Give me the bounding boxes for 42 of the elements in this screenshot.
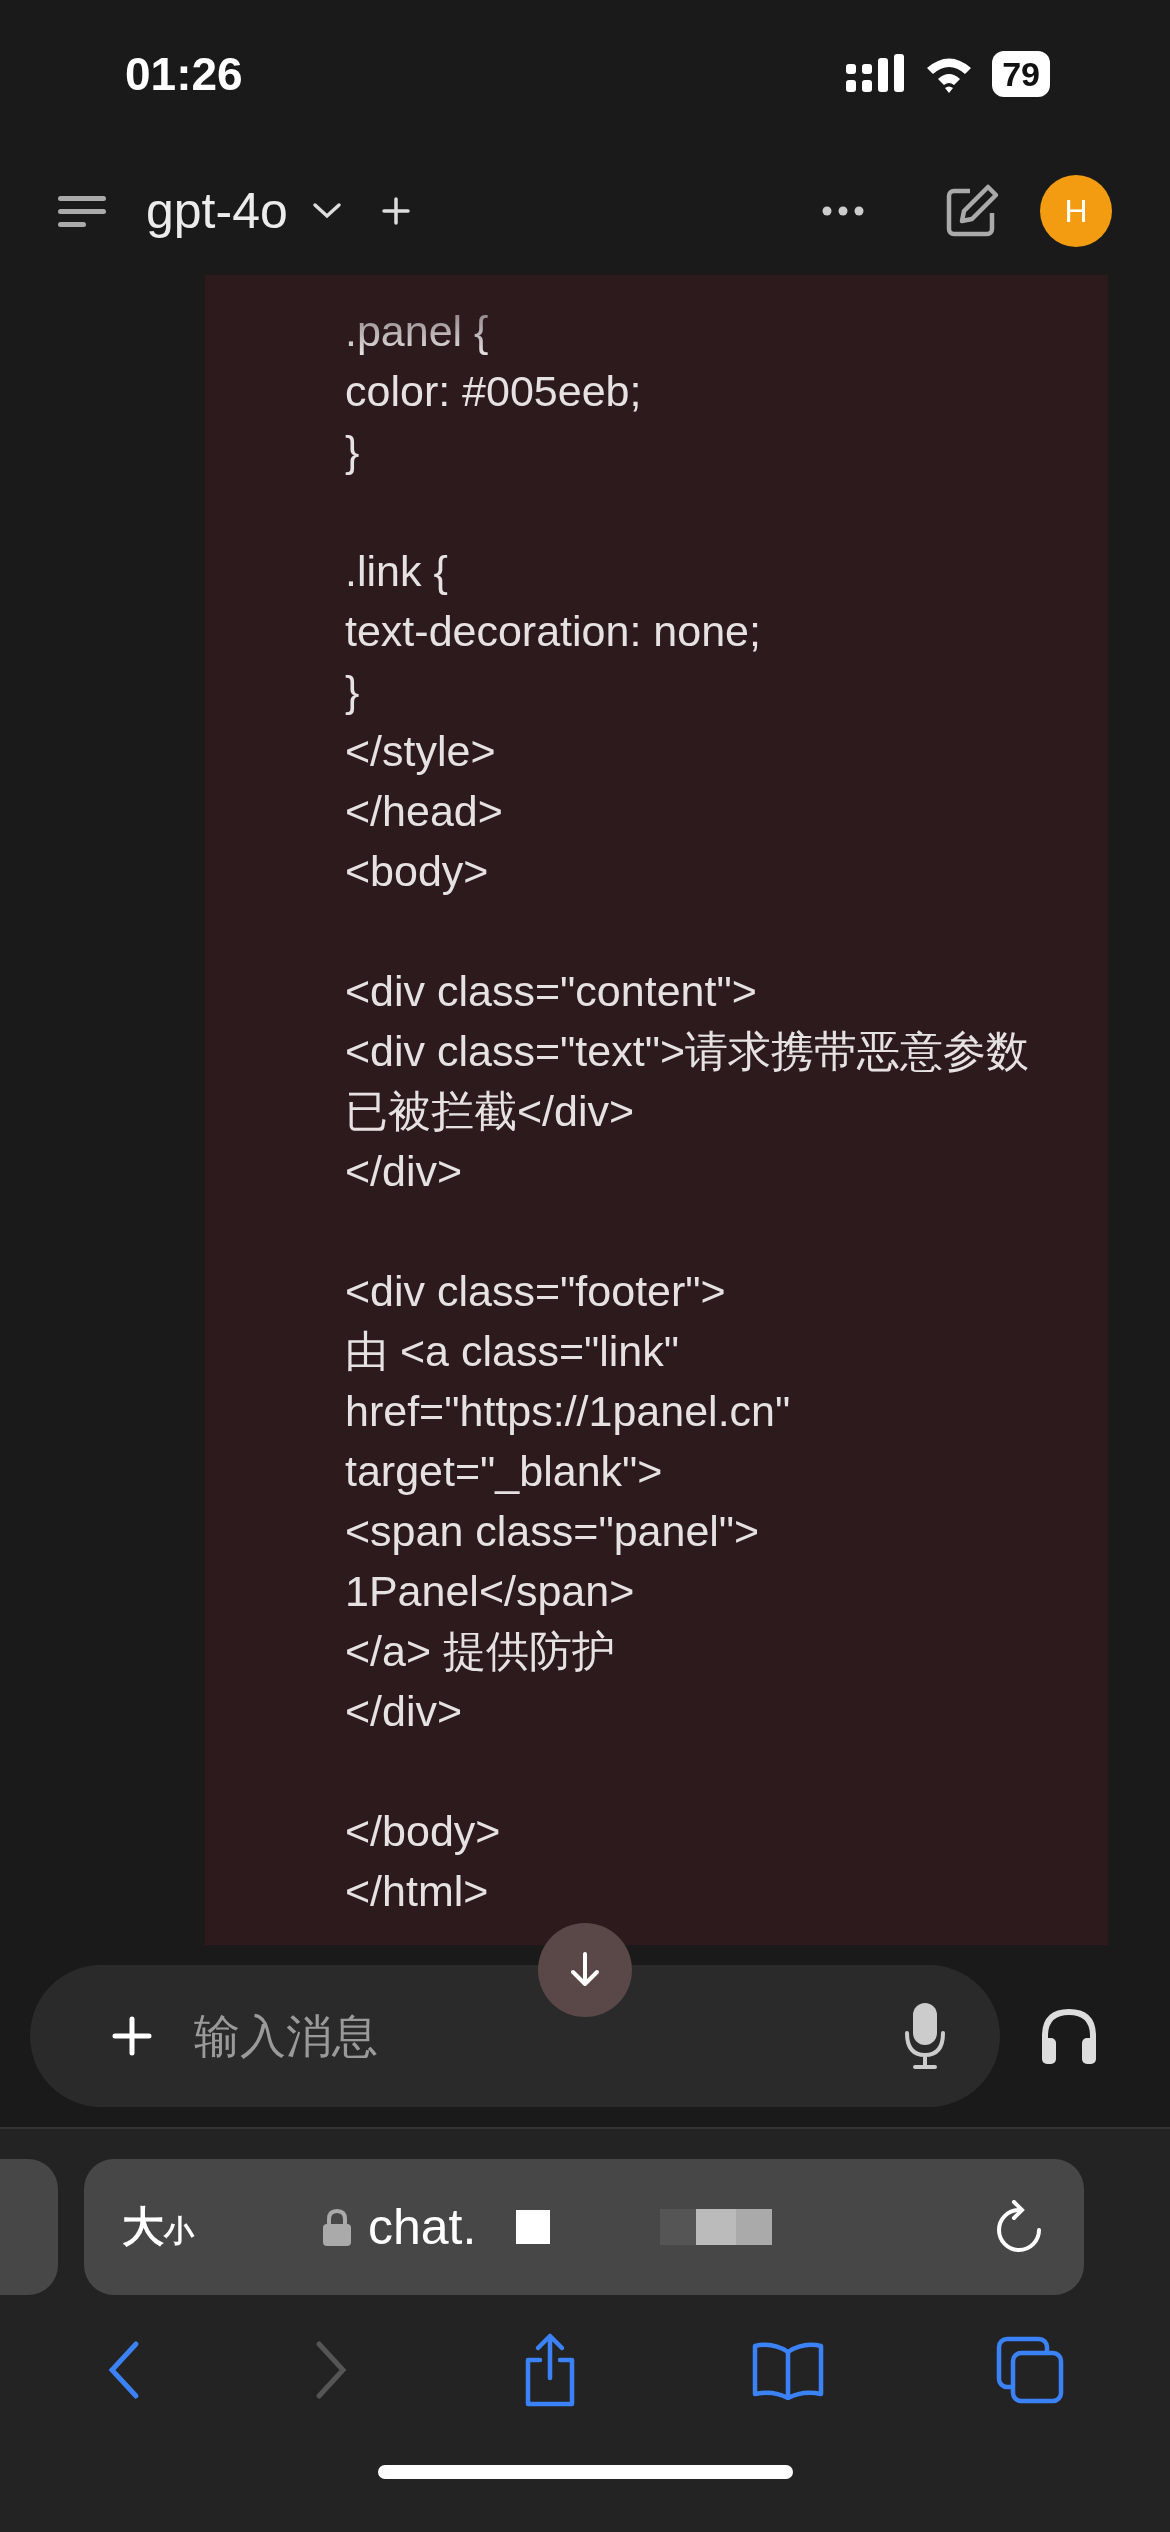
code-line: </head> — [345, 786, 504, 838]
code-line: </style> — [345, 726, 497, 778]
address-bar[interactable]: 大小 chat. — [84, 2159, 1084, 2295]
message-field[interactable]: 输入消息 — [30, 1965, 1000, 2108]
microphone-icon[interactable] — [905, 2001, 945, 2072]
code-line: <span class="panel"> — [345, 1506, 761, 1558]
plus-icon[interactable] — [381, 197, 410, 226]
code-line: } — [345, 426, 361, 478]
status-time: 01:26 — [125, 46, 243, 101]
code-line: </body> — [345, 1806, 502, 1858]
headphones-icon[interactable] — [1040, 2008, 1098, 2065]
code-line: .link { — [345, 546, 449, 598]
message-input[interactable]: 输入消息 — [192, 2008, 865, 2065]
battery-level: 79 — [992, 50, 1050, 97]
code-line: </a> 提供防护 — [345, 1626, 617, 1678]
code-line: .panel { — [345, 306, 490, 358]
menu-icon[interactable] — [58, 194, 106, 229]
code-line: color: #005eeb; — [345, 366, 643, 418]
code-line: 由 <a class="link" — [345, 1326, 681, 1378]
code-line: href="https://1panel.cn" — [345, 1386, 792, 1438]
reload-icon[interactable] — [994, 2200, 1044, 2254]
code-line: <div class="content"> — [345, 966, 758, 1018]
model-selector[interactable]: gpt-4o — [146, 182, 288, 241]
bookmarks-button[interactable] — [751, 2340, 826, 2400]
code-line: </div> — [345, 1146, 464, 1198]
code-line: 已被拦截</div> — [345, 1086, 636, 1138]
code-line: 1Panel</span> — [345, 1566, 636, 1618]
code-line: </html> — [345, 1866, 490, 1918]
text-size-button[interactable]: 大小 — [122, 2199, 194, 2255]
url-text: chat. — [368, 2198, 477, 2256]
more-icon[interactable] — [822, 206, 864, 217]
tabs-button[interactable] — [996, 2336, 1065, 2404]
code-line: <div class="footer"> — [345, 1266, 727, 1318]
code-line: text-decoration: none; — [345, 606, 762, 658]
code-line: } — [345, 666, 361, 718]
code-line: <body> — [345, 846, 490, 898]
redaction-block — [516, 2210, 551, 2244]
signal-icon — [846, 53, 907, 94]
code-line: target="_blank"> — [345, 1446, 664, 1498]
code-line: </div> — [345, 1686, 464, 1738]
lock-icon — [322, 2208, 352, 2246]
code-line: <div class="text">请求携带恶意参数 — [345, 1026, 1031, 1078]
